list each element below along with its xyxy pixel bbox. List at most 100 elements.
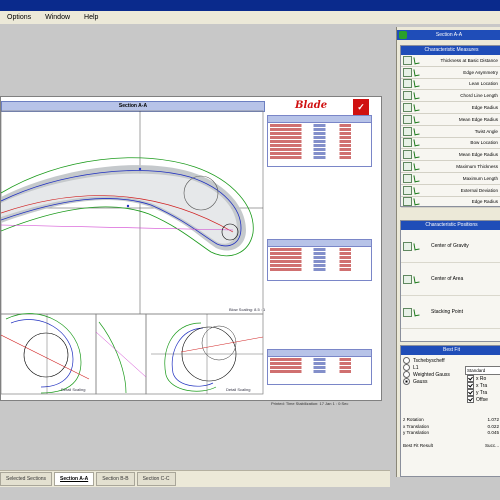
measure-icon: [403, 103, 412, 113]
measures-table: [267, 115, 372, 167]
checkmark-icon: [413, 127, 420, 136]
detail-scale-label-1: Detail Scaling: [61, 387, 86, 392]
checkbox-icon: [467, 396, 474, 403]
measure-icon: [403, 138, 412, 148]
bestfit-panel: Best Fit Tschebyscheff L1 Weighted Gauss…: [400, 345, 500, 477]
checkmark-icon: [413, 103, 420, 112]
menu-help[interactable]: Help: [77, 14, 105, 21]
checkmark-icon: [413, 198, 420, 206]
measure-row[interactable]: Mean Edge Radius: [401, 114, 500, 126]
option-tschebyscheff[interactable]: Tschebyscheff: [401, 357, 500, 364]
report-page: Section A-A Blade ✓ Blow Scaling: 8.5: …: [0, 96, 382, 406]
checkmark-icon: [413, 56, 420, 65]
measure-row[interactable]: Twist Angle: [401, 126, 500, 138]
measure-row[interactable]: External Deviation: [401, 185, 500, 197]
position-row[interactable]: Center of Gravity: [401, 230, 500, 263]
position-icon: [403, 307, 412, 317]
checkbox-icon: [467, 389, 474, 396]
measure-row[interactable]: Chord Line Length: [401, 90, 500, 103]
checkbox-icon: [467, 375, 474, 382]
positions-panel: Characteristic Positions Center of Gravi…: [400, 220, 500, 342]
radio-icon: [403, 371, 410, 378]
measure-row[interactable]: Bow Location: [401, 138, 500, 150]
check-x-translation[interactable]: x Tra: [467, 382, 488, 389]
main-scale-label: Blow Scaling: 8.5 : 1: [229, 307, 266, 312]
checkmark-icon: [413, 150, 420, 159]
measure-icon: [403, 173, 412, 183]
measure-icon: [403, 114, 412, 124]
positions-table: [267, 239, 372, 281]
checkmark-icon: [413, 91, 420, 100]
result-row: y Translation 0.045: [403, 430, 499, 435]
measure-icon: [403, 185, 412, 195]
measure-label: Edge Radius: [471, 105, 498, 111]
checkmark-icon: [413, 80, 420, 88]
result-status: Best Fit Result Succ...: [403, 442, 499, 448]
tab-selected-sections[interactable]: Selected Sections: [0, 472, 53, 486]
checkmark-icon: [413, 115, 420, 124]
measure-icon: [403, 162, 412, 172]
checkmark-icon: [413, 308, 420, 316]
measure-row[interactable]: Mean Edge Radius: [401, 149, 500, 162]
measures-caption: Characteristic Measures: [401, 46, 500, 55]
measure-icon: [403, 55, 412, 65]
title-bar: [0, 0, 500, 11]
measure-label: Mean Edge Radius: [458, 152, 498, 158]
measure-icon: [403, 126, 412, 136]
pane-icon: [399, 31, 407, 39]
tab-section-b-b[interactable]: Section B-B: [96, 472, 135, 486]
measure-label: Maximum Length: [462, 175, 498, 181]
logo-mark-icon: ✓: [353, 99, 369, 115]
menu-bar: Options Window Help: [0, 11, 500, 25]
checkmark-icon: [413, 162, 420, 171]
bestfit-caption: Best Fit: [401, 346, 500, 355]
checkmark-icon: [413, 242, 420, 250]
positions-caption: Characteristic Positions: [401, 221, 500, 230]
detail-scale-label-2: Detail Scaling: [226, 387, 251, 392]
measure-label: Bow Location: [470, 140, 498, 146]
position-row[interactable]: Center of Area: [401, 263, 500, 296]
print-footer: Printed: Time Stabilization: 17 Jan 1 : …: [271, 401, 349, 406]
measure-icon: [403, 79, 412, 89]
tab-section-a-a[interactable]: Section A-A: [54, 472, 95, 486]
bestfit-method-select[interactable]: Standard: [465, 366, 500, 375]
measures-panel: Characteristic Measures Thickness at Bas…: [400, 45, 500, 209]
check-y-translation[interactable]: y Tra: [467, 389, 488, 396]
radio-icon: [403, 357, 410, 364]
position-row[interactable]: Stacking Point: [401, 296, 500, 329]
radio-selected-icon: [403, 378, 410, 385]
section-tabs: Selected Sections Section A-A Section B-…: [0, 470, 390, 487]
measure-row[interactable]: Edge Radius: [401, 197, 500, 209]
radio-icon: [403, 364, 410, 371]
measure-label: Thickness at Basic Distance: [440, 57, 498, 63]
measure-label: Edge Asymmetry: [463, 69, 498, 75]
measure-row[interactable]: Maximum Thickness: [401, 161, 500, 173]
measure-row[interactable]: Lean Location: [401, 79, 500, 91]
measure-row[interactable]: Thickness at Basic Distance: [401, 55, 500, 67]
measure-row[interactable]: Edge Asymmetry: [401, 67, 500, 79]
measure-icon: [403, 197, 412, 207]
measure-label: Twist Angle: [474, 128, 498, 134]
measure-row[interactable]: Edge Radius: [401, 102, 500, 114]
checkbox-icon: [467, 382, 474, 389]
menu-window[interactable]: Window: [38, 14, 77, 21]
position-icon: [403, 241, 412, 251]
measure-row[interactable]: Maximum Length: [401, 173, 500, 185]
checkmark-icon: [413, 174, 420, 183]
bestfit-table: [267, 349, 372, 385]
measure-label: External Deviation: [460, 187, 498, 193]
pane-title: Section A-A: [397, 30, 500, 40]
menu-options[interactable]: Options: [0, 14, 38, 21]
measure-icon: [403, 91, 412, 101]
measure-label: Mean Edge Radius: [458, 116, 498, 122]
company-logo: Blade: [295, 100, 328, 111]
tab-section-c-c[interactable]: Section C-C: [136, 472, 176, 486]
measure-label: Edge Radius: [471, 199, 498, 205]
position-icon: [403, 274, 412, 284]
checkmark-icon: [413, 68, 420, 77]
check-offset[interactable]: Offse: [467, 396, 488, 403]
check-rotation[interactable]: x Ro: [467, 375, 488, 382]
measure-label: Lean Location: [469, 81, 498, 87]
checkmark-icon: [413, 139, 420, 147]
measure-icon: [403, 150, 412, 160]
